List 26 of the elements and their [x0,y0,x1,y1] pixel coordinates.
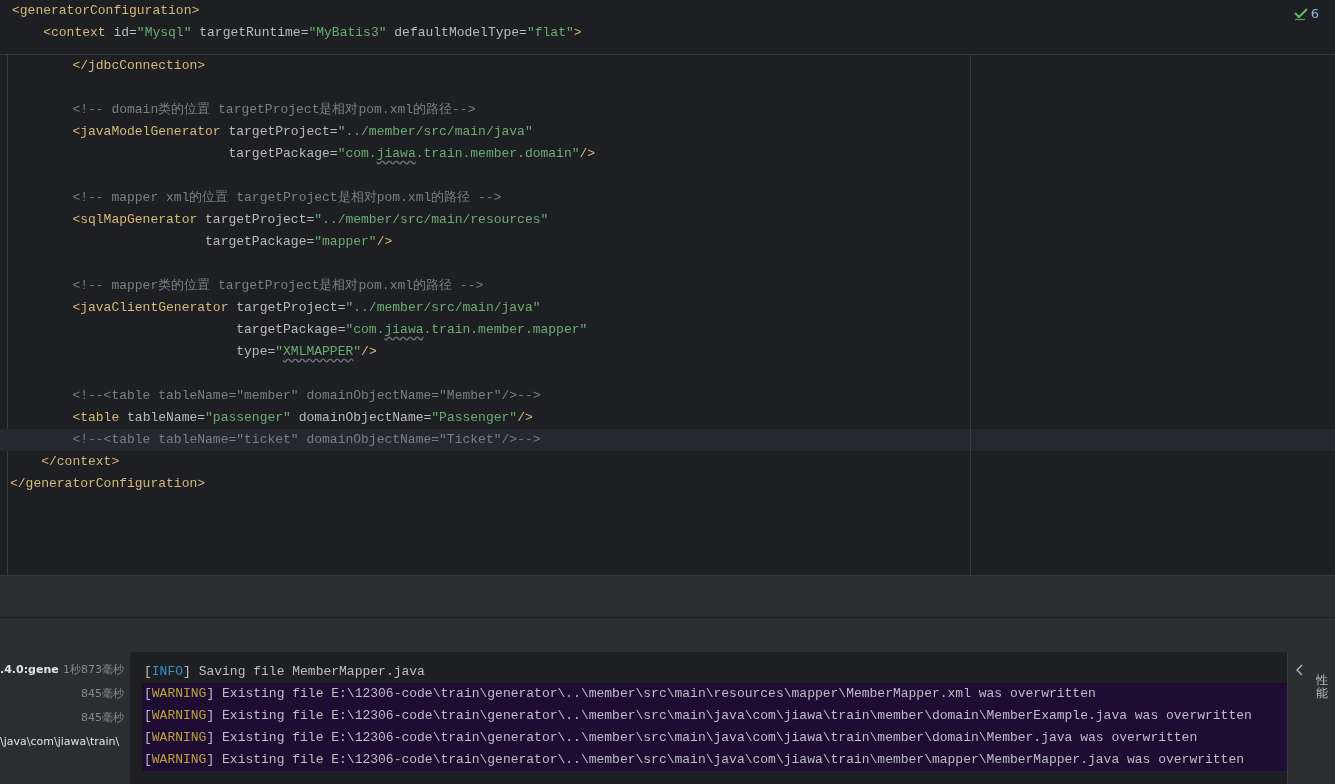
code-line: <!-- domain类的位置 targetProject是相对pom.xml的路径--> [71,101,477,119]
code-line: <!-- mapper类的位置 targetProject是相对pom.xml的路径 --> [71,277,485,295]
console-line: [INFO] Saving file MemberMapper.java [143,663,426,681]
code-line: targetPackage="com.jiawa.train.member.domain"/> [227,145,597,163]
tree-label[interactable]: .4.0:gene [0,658,59,682]
code-line: </generatorConfiguration> [9,475,207,493]
code-line: <table tableName="passenger" domainObjectName="Passenger"/> [71,409,534,427]
code-line: <javaModelGenerator targetProject="../member/src/main/java" [71,123,534,141]
tree-label[interactable]: \java\com\jiawa\train\ [0,730,120,754]
code-line: <javaClientGenerator targetProject="../member/src/main/java" [71,299,542,317]
duration-text: 845毫秒 [81,710,124,726]
duration-text: 845毫秒 [81,686,124,702]
code-line: <sqlMapGenerator targetProject="../member/src/main/resources" [71,211,550,229]
code-line: targetPackage="mapper"/> [204,233,394,251]
code-line: <generatorConfiguration> [11,2,200,20]
check-icon[interactable] [1293,6,1308,21]
code-line: </context> [40,453,121,471]
code-line: <!-- mapper xml的位置 targetProject是相对pom.xml的路径 --> [71,189,503,207]
code-line: type="XMLMAPPER"/> [235,343,378,361]
code-line: </jdbcConnection> [71,57,207,75]
problem-count: 6 [1310,5,1319,23]
collapse-icon[interactable] [1296,664,1304,676]
code-line: <context id="Mysql" targetRuntime="MyBatis3" defaultModelType="flat"> [42,24,582,42]
code-line: targetPackage="com.jiawa.train.member.mapper" [235,321,589,339]
duration-text: 1秒873毫秒 [63,662,124,678]
code-line: <!--<table tableName="member" domainObjectName="Member"/>--> [71,387,542,405]
